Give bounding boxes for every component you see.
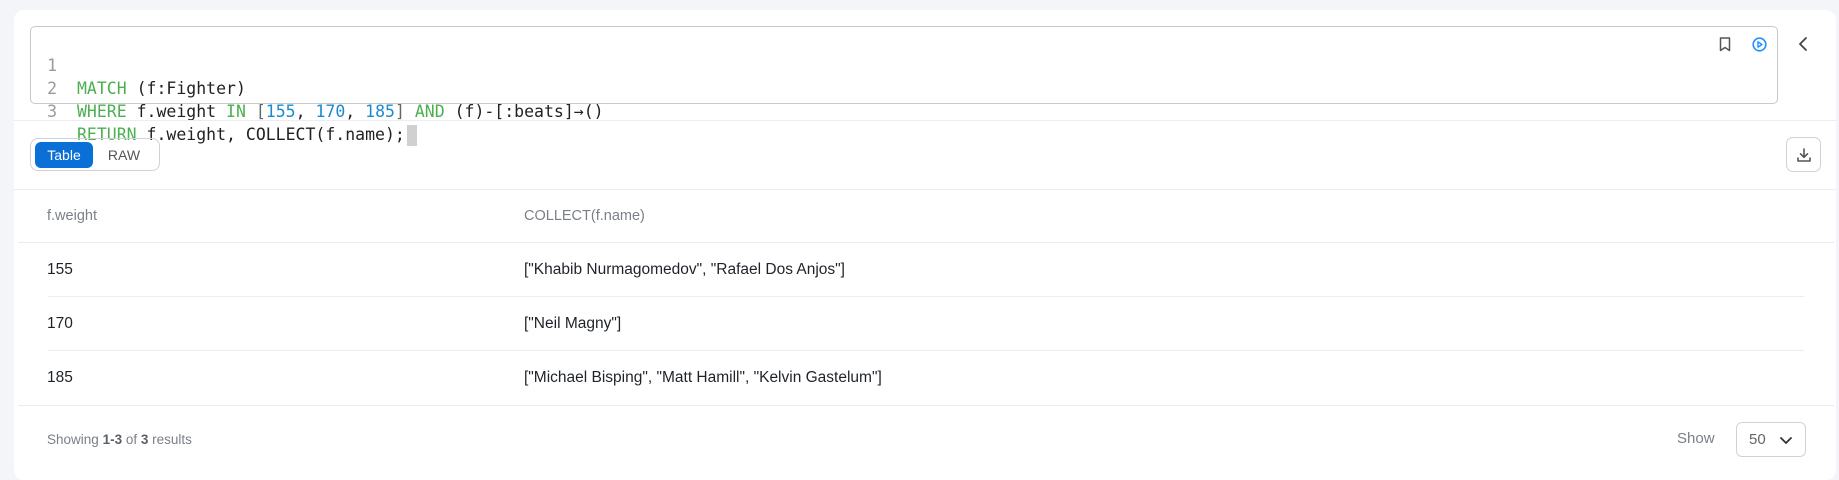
code-keyword: AND <box>414 102 445 121</box>
divider <box>14 120 1836 121</box>
code-number: 170 <box>315 102 346 121</box>
divider <box>14 189 1836 190</box>
column-header-weight: f.weight <box>47 208 97 224</box>
view-toggle: Table RAW <box>30 138 160 171</box>
header-divider <box>18 242 1834 243</box>
code-token: f.weight, COLLECT(f.name); <box>136 125 405 144</box>
chevron-left-icon[interactable] <box>1794 34 1812 54</box>
code-line-1: 1 MATCH (f:Fighter) <box>31 31 246 98</box>
page-size-value: 50 <box>1749 431 1766 448</box>
code-number: 185 <box>365 102 395 121</box>
code-token: (f:Fighter) <box>126 79 246 98</box>
code-text: MATCH (f:Fighter) <box>77 77 246 100</box>
code-keyword: MATCH <box>77 79 127 98</box>
code-token: ] <box>394 102 415 121</box>
results-total: 3 <box>140 432 149 447</box>
play-circle-icon[interactable] <box>1750 35 1768 53</box>
tab-table[interactable]: Table <box>35 142 93 168</box>
chevron-down-icon <box>1780 437 1792 444</box>
cell-names: ["Michael Bisping", "Matt Hamill", "Kelv… <box>524 369 882 386</box>
row-divider <box>48 296 1804 297</box>
cell-weight: 185 <box>47 369 73 386</box>
code-keyword: WHERE <box>77 102 127 121</box>
code-token: , <box>345 102 366 121</box>
results-summary: Showing 1-3 of 3 results <box>47 432 192 447</box>
cell-weight: 155 <box>47 261 73 278</box>
bookmark-icon[interactable] <box>1716 35 1734 53</box>
code-token: , <box>295 102 316 121</box>
query-editor[interactable]: 1 MATCH (f:Fighter) 2 WHERE f.weight IN … <box>30 26 1778 146</box>
tab-raw[interactable]: RAW <box>99 142 149 168</box>
code-token: (f)-[:beats]→() <box>444 102 604 121</box>
code-token: f.weight <box>126 102 227 121</box>
code-token: [ <box>245 102 266 121</box>
cell-names: ["Khabib Nurmagomedov", "Rafael Dos Anjo… <box>524 261 845 278</box>
row-divider <box>48 350 1804 351</box>
download-icon <box>1796 147 1811 162</box>
results-range: 1-3 <box>102 432 123 447</box>
of-label: of <box>125 432 138 447</box>
show-label: Show <box>1677 430 1715 447</box>
code-number: 155 <box>265 102 296 121</box>
page-size-select[interactable]: 50 <box>1736 422 1806 457</box>
column-header-names: COLLECT(f.name) <box>524 208 645 224</box>
download-button[interactable] <box>1786 137 1821 172</box>
showing-label: Showing <box>47 432 99 447</box>
results-label: results <box>152 432 192 447</box>
table-bottom-divider <box>18 405 1834 406</box>
cell-names: ["Neil Magny"] <box>524 315 622 332</box>
cell-weight: 170 <box>47 315 73 332</box>
code-keyword: IN <box>226 102 246 121</box>
code-line-2: 2 WHERE f.weight IN [155, 170, 185] AND … <box>31 54 604 121</box>
code-line-3: 3 RETURN f.weight, COLLECT(f.name); <box>31 77 417 146</box>
text-cursor <box>406 125 417 146</box>
